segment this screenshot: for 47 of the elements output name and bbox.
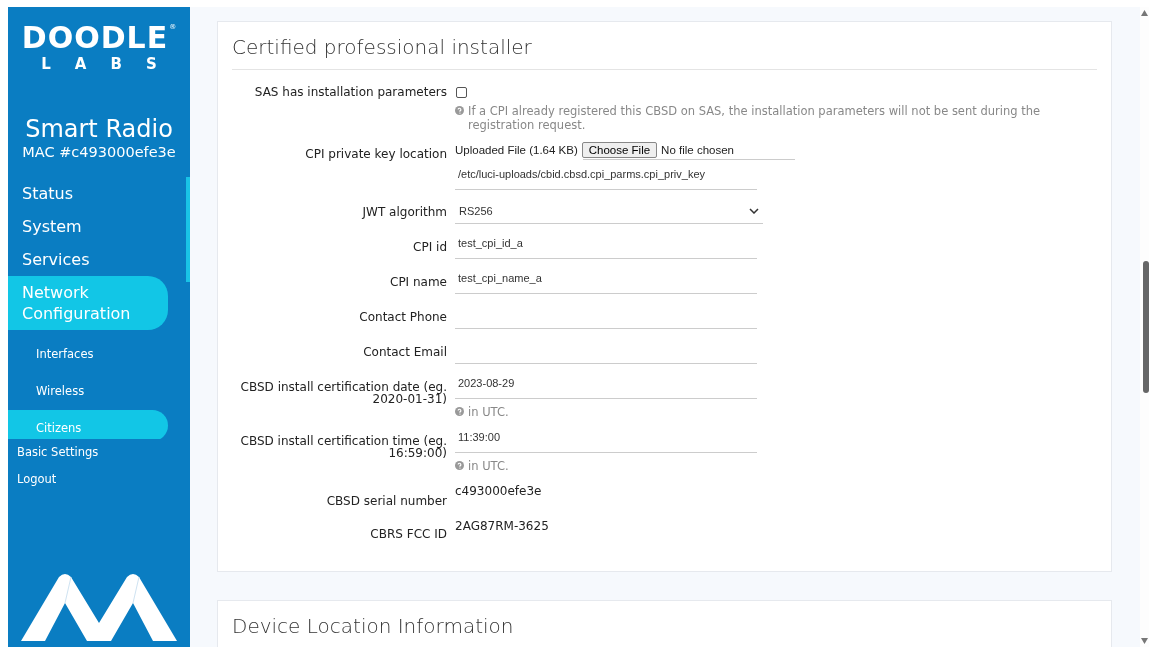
product-name: Smart Radio [24,115,174,143]
text-field[interactable]: 2023-08-29 [455,373,757,399]
section-title: Device Location Information [232,611,1097,647]
text-field[interactable]: 11:39:00 [455,427,757,453]
field-label: CPI private key location [304,146,447,163]
upload-status: Uploaded File (1.64 KB) [455,144,578,156]
mac-address: MAC #c493000efe3e [21,143,177,161]
brand-name: DOODLE [21,23,169,53]
help-icon [455,106,464,115]
field-value: c493000efe3e [455,483,543,498]
field-label: CPI name [389,274,447,291]
algorithm-select[interactable]: RS256 [455,198,763,224]
nav-scrollbar[interactable] [186,177,190,282]
help-text: If a CPI already registered this CBSD on SAS, the installation parameters will not be sent during the registration request. [468,104,1042,132]
scroll-up-icon[interactable] [1141,10,1148,16]
field-label: CBSD install certification time (eg. 16:59:00) [239,433,447,462]
help-text: in UTC. [468,459,509,473]
nav-item[interactable]: Services [8,243,168,276]
field-label: CBSD serial number [325,493,447,508]
field-value: 2AG87RM-3625 [455,518,550,533]
field-label: CBRS FCC ID [369,526,447,543]
chevron-icon [749,207,759,214]
scroll-down-icon[interactable] [1141,638,1148,644]
nav-item[interactable]: System [8,210,168,243]
scroll-thumb[interactable] [1143,261,1149,393]
nav-item[interactable]: Status [8,177,168,210]
choose-file-button[interactable]: Choose File [581,142,658,158]
sidebar-link[interactable]: Basic Settings [8,439,190,466]
brand-subtitle: LABS [41,55,181,73]
nav-subitem[interactable]: Interfaces [8,336,168,367]
field-label: Contact Email [362,344,447,361]
help-text: in UTC. [468,405,509,419]
field-label: CPI id [412,239,447,256]
text-field[interactable]: test_cpi_id_a [455,233,757,259]
nav-subitem[interactable]: Wireless [8,373,168,404]
field-label: Contact Phone [358,309,447,326]
field-label: JWT algorithm [361,204,447,221]
checkbox[interactable] [456,87,467,98]
help-icon [455,461,464,470]
text-field[interactable]: test_cpi_name_a [455,268,757,294]
section-title: Certified professional installer [232,32,1097,70]
path-field[interactable]: /etc/luci-uploads/cbid.cbsd.cpi_parms.cpi_priv_key [455,164,757,190]
file-status: No file chosen [661,144,734,156]
sidebar-link[interactable]: Logout [8,466,190,493]
help-icon [455,407,464,416]
field-label: SAS has installation parameters [253,84,447,101]
field-label: CBSD install certification date (eg. 2020-01-31) [239,379,447,408]
